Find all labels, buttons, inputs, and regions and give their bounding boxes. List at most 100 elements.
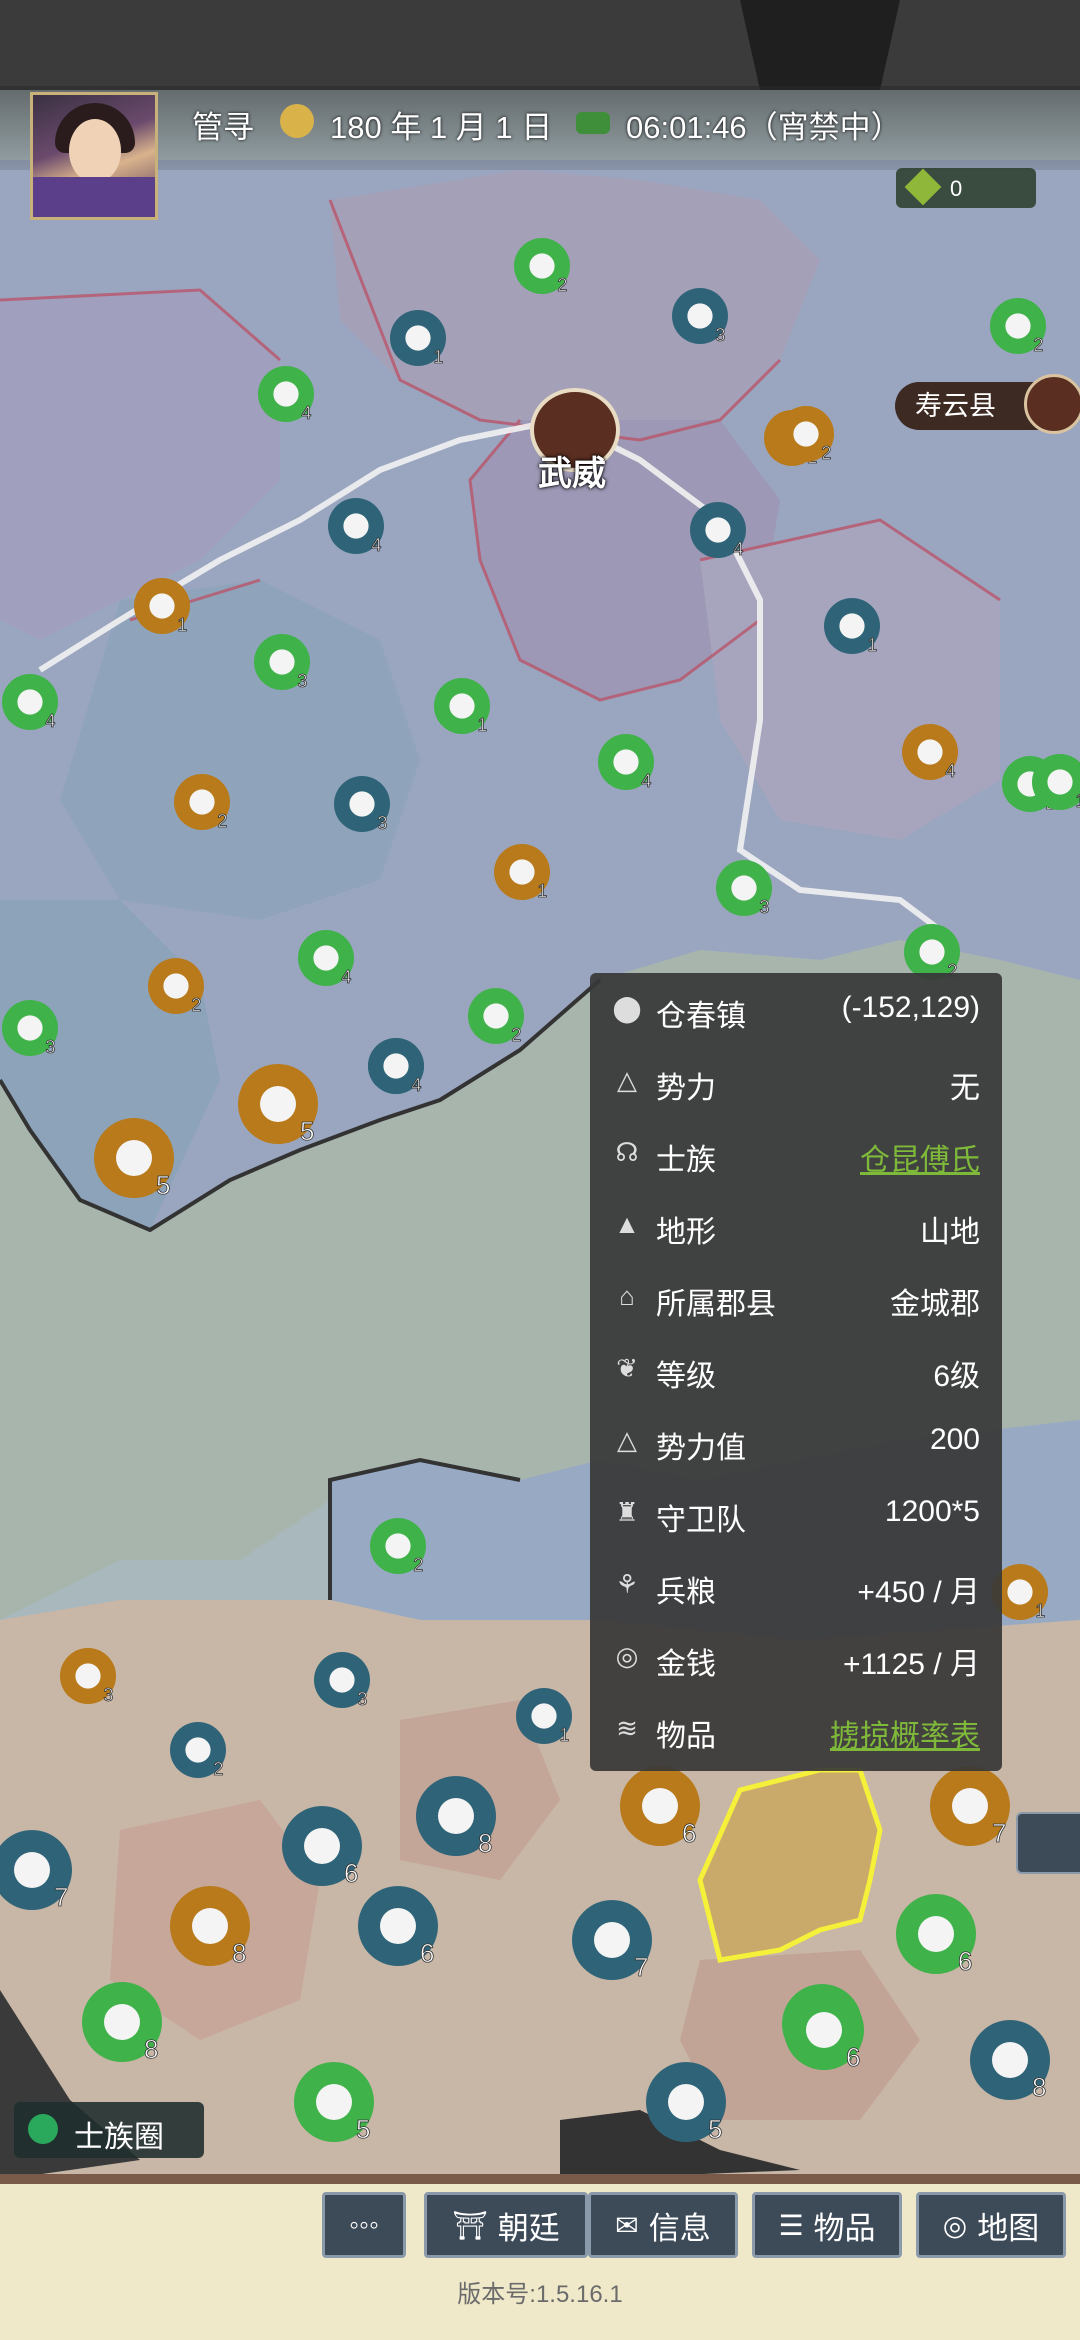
- marker-level: 2: [557, 275, 567, 295]
- nav-items-button[interactable]: ☰ 物品: [752, 2192, 902, 2258]
- town-info-panel: ⬤ 仓春镇 (-152,129) △ 势力 无 ☊ 士族 仓昆傅氏 ▲ 地形 山地 ⌂ 所属郡县 金城郡 ❦ 等…: [590, 973, 1002, 1771]
- marker-level: 4: [945, 761, 955, 781]
- marker-level: 3: [357, 1689, 367, 1709]
- marker-level: 7: [992, 1818, 1006, 1848]
- marker-level: 1: [477, 715, 487, 735]
- version-label: 版本号:1.5.16.1: [457, 2281, 623, 2308]
- marker-level: 6: [344, 1858, 358, 1888]
- marker-level: 1: [1075, 791, 1080, 811]
- clan-circle-icon: [28, 2114, 58, 2144]
- capital-city-label: 武威: [538, 455, 606, 493]
- cloth-glyph: [116, 1140, 152, 1176]
- items-icon: ☰: [778, 2209, 804, 2241]
- cloth-glyph: [952, 1788, 988, 1824]
- gem-glyph: [438, 1798, 474, 1834]
- book-glyph: [509, 859, 535, 885]
- herb-glyph: [449, 693, 475, 719]
- marker-level: 4: [733, 539, 743, 559]
- game-time: 06:01:46（宵禁中）: [626, 110, 902, 145]
- info-row: ⬤ 仓春镇 (-152,129): [590, 973, 1002, 1045]
- info-label: 金钱: [656, 1648, 716, 1681]
- marker-level: 4: [411, 1075, 421, 1095]
- level-icon: ❦: [616, 1353, 638, 1383]
- marker-level: 6: [958, 1946, 972, 1976]
- clock-icon: [576, 112, 610, 134]
- info-label: 守卫队: [656, 1504, 746, 1537]
- marker-level: 2: [1033, 335, 1043, 355]
- coin-glyph: [531, 1703, 557, 1729]
- marker-level: 4: [371, 535, 381, 555]
- info-value: 1200*5: [884, 1495, 980, 1528]
- coin-glyph: [405, 325, 431, 351]
- coin-glyph: [839, 613, 865, 639]
- message-icon: ✉: [615, 2209, 639, 2241]
- player-avatar[interactable]: [30, 92, 158, 220]
- power-value-icon: △: [617, 1425, 637, 1455]
- marker-level: 1: [177, 615, 187, 635]
- info-row[interactable]: ≋ 物品 掳掠概率表: [590, 1693, 1002, 1765]
- scroll-glyph: [192, 1908, 228, 1944]
- bag-glyph: [104, 2004, 140, 2040]
- avatar-face: [69, 119, 121, 183]
- marker-level: 6: [420, 1938, 434, 1968]
- grain-glyph: [313, 945, 339, 971]
- nav-button-label: 朝廷: [497, 2210, 560, 2246]
- resource-indicator[interactable]: 0: [896, 168, 1036, 208]
- grain-glyph: [17, 689, 43, 715]
- nav-message-button[interactable]: ✉ 信息: [588, 2192, 738, 2258]
- avatar-robe: [33, 177, 155, 217]
- marker-level: 3: [715, 325, 725, 345]
- marker-level: 1: [1035, 1601, 1045, 1621]
- book-glyph: [793, 421, 819, 447]
- grain-glyph: [273, 381, 299, 407]
- nav-button-label: 信息: [648, 2210, 711, 2246]
- info-row: △ 势力 无: [590, 1045, 1002, 1117]
- guard-icon: ♜: [615, 1497, 639, 1527]
- info-label: 物品: [656, 1720, 716, 1753]
- grain-glyph: [806, 2012, 842, 2048]
- side-expand-tab[interactable]: [1016, 1812, 1080, 1874]
- marker-level: 1: [433, 347, 443, 367]
- court-icon: ⛩: [452, 2209, 488, 2241]
- more-icon: ◦◦◦: [349, 2209, 379, 2240]
- info-row: ◎ 金钱 +1125 / 月: [590, 1621, 1002, 1693]
- marker-level: 4: [341, 967, 351, 987]
- game-date: 180 年 1 月 1 日: [330, 110, 553, 145]
- resource-count: 0: [950, 176, 963, 201]
- more-button[interactable]: ◦◦◦: [322, 2192, 406, 2258]
- nav-court-button[interactable]: ⛩ 朝廷: [424, 2192, 588, 2258]
- grain-glyph: [613, 749, 639, 775]
- herb-glyph: [385, 1533, 411, 1559]
- items-icon: ≋: [616, 1713, 638, 1743]
- marker-level: 4: [301, 403, 311, 423]
- grain-glyph: [17, 1015, 43, 1041]
- info-link[interactable]: 仓昆傅氏: [860, 1135, 980, 1179]
- info-link[interactable]: 掳掠概率表: [830, 1711, 980, 1755]
- resource-icon: [904, 168, 942, 206]
- info-row: ❦ 等级 6级: [590, 1333, 1002, 1405]
- money-icon: ◎: [615, 1641, 639, 1671]
- gem-glyph: [992, 2042, 1028, 2078]
- clan-circle-label: 士族圈: [74, 2121, 164, 2154]
- info-label: 仓春镇: [656, 1000, 746, 1033]
- county-icon[interactable]: [1024, 374, 1080, 434]
- marker-level: 5: [356, 2114, 370, 2144]
- nav-button-label: 物品: [813, 2210, 876, 2246]
- terrain-icon: ▲: [614, 1209, 640, 1239]
- location-icon: ⬤: [612, 993, 642, 1023]
- info-value: 无: [950, 1072, 980, 1105]
- info-row[interactable]: ☊ 士族 仓昆傅氏: [590, 1117, 1002, 1189]
- clan-circle-button[interactable]: 士族圈: [14, 2102, 204, 2158]
- coins-glyph: [594, 1922, 630, 1958]
- bottom-divider: [0, 2174, 1080, 2184]
- info-value: 山地: [920, 1216, 980, 1249]
- grain-icon: ⚘: [615, 1569, 639, 1599]
- info-label: 地形: [656, 1216, 716, 1249]
- grain-glyph: [731, 875, 757, 901]
- info-value: +1125 / 月: [842, 1648, 980, 1681]
- coins-glyph: [380, 1908, 416, 1944]
- nav-map-button[interactable]: ◎ 地图: [916, 2192, 1066, 2258]
- book-glyph: [189, 789, 215, 815]
- marker-level: 3: [297, 671, 307, 691]
- marker-level: 3: [45, 1037, 55, 1057]
